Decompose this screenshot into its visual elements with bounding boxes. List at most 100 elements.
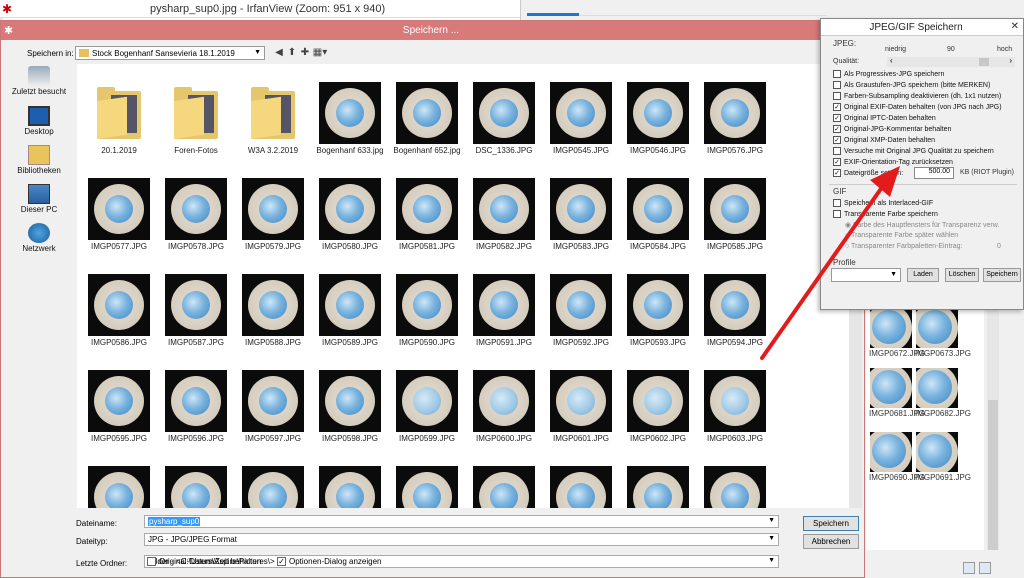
background-scrollbar-thumb[interactable]: [988, 400, 998, 550]
file-item[interactable]: IMGP0593.JPG: [620, 274, 696, 350]
file-item[interactable]: IMGP0602.JPG: [620, 370, 696, 446]
file-item[interactable]: IMGP0598.JPG: [312, 370, 388, 446]
up-folder-icon[interactable]: ⬆: [286, 47, 298, 59]
bg-thumb[interactable]: IMGP0691.JPG: [914, 432, 971, 482]
file-item[interactable]: IMGP0577.JPG: [81, 178, 157, 254]
gif-transparent-box[interactable]: [833, 210, 841, 218]
gif-opt1-radio[interactable]: ◉ Farbe des Hauptfensters für Transparen…: [845, 221, 999, 229]
quality-slider-knob[interactable]: [979, 58, 989, 66]
file-item[interactable]: IMGP0586.JPG: [81, 274, 157, 350]
back-icon[interactable]: ◀: [273, 47, 285, 59]
file-item[interactable]: IMGP0579.JPG: [235, 178, 311, 254]
keep-date-box[interactable]: [147, 557, 156, 567]
file-item[interactable]: [697, 466, 773, 508]
file-item[interactable]: IMGP0576.JPG: [697, 82, 773, 158]
file-item[interactable]: IMGP0582.JPG: [466, 178, 542, 254]
file-item[interactable]: [389, 466, 465, 508]
file-item[interactable]: IMGP0578.JPG: [158, 178, 234, 254]
jpeg-option-box[interactable]: [833, 81, 841, 89]
filesize-input[interactable]: 500.00: [914, 167, 954, 179]
file-item[interactable]: IMGP0596.JPG: [158, 370, 234, 446]
file-item[interactable]: IMGP0585.JPG: [697, 178, 773, 254]
file-item[interactable]: [81, 466, 157, 508]
bg-thumb[interactable]: IMGP0672.JPG: [868, 308, 925, 358]
jpeg-option-checkbox[interactable]: ✓ Original IPTC-Daten behalten: [833, 114, 936, 122]
folder-item[interactable]: W3A 3.2.2019: [235, 82, 311, 158]
file-item[interactable]: [235, 466, 311, 508]
gif-transparent-checkbox[interactable]: Transparente Farbe speichern: [833, 210, 938, 218]
gif-opt3-radio[interactable]: ○ Transparenter Farbpaletten-Eintrag:: [845, 243, 962, 250]
file-item[interactable]: IMGP0590.JPG: [389, 274, 465, 350]
view-menu-icon[interactable]: ▦▾: [312, 47, 328, 59]
filename-input[interactable]: pysharp_sup0 ▼: [144, 515, 779, 528]
gif-interlaced-checkbox[interactable]: Speichern als Interlaced-GIF: [833, 199, 933, 207]
jpeg-option-box[interactable]: ✓: [833, 114, 841, 122]
jpeg-option-box[interactable]: [833, 147, 841, 155]
file-item[interactable]: IMGP0588.JPG: [235, 274, 311, 350]
gif-interlaced-box[interactable]: [833, 199, 841, 207]
jpeg-option-checkbox[interactable]: ✓ EXIF-Orientation-Tag zurücksetzen: [833, 158, 953, 166]
details-view-icon[interactable]: [963, 562, 975, 574]
jpeg-option-checkbox[interactable]: ✓ Original-JPG-Kommentar behalten: [833, 125, 951, 133]
file-item[interactable]: IMGP0584.JPG: [620, 178, 696, 254]
jpeg-option-box[interactable]: [833, 70, 841, 78]
chevron-left-icon[interactable]: ‹: [890, 56, 893, 65]
save-button[interactable]: Speichern: [803, 516, 859, 531]
save-in-combobox[interactable]: Stock Bogenhanf Sansevieria 18.1.2019 ▼: [75, 46, 265, 60]
place-libraries[interactable]: Bibliotheken: [3, 145, 75, 183]
show-options-box[interactable]: ✓: [277, 557, 286, 567]
file-item[interactable]: IMGP0545.JPG: [543, 82, 619, 158]
file-item[interactable]: [158, 466, 234, 508]
filesize-box[interactable]: ✓: [833, 169, 841, 177]
file-item[interactable]: IMGP0589.JPG: [312, 274, 388, 350]
background-scrollbar[interactable]: [987, 300, 999, 550]
file-item[interactable]: IMGP0591.JPG: [466, 274, 542, 350]
file-item[interactable]: IMGP0581.JPG: [389, 178, 465, 254]
bg-thumb[interactable]: IMGP0690.JPG: [868, 432, 925, 482]
jpeg-option-box[interactable]: ✓: [833, 136, 841, 144]
thumbnail-view-icon[interactable]: [979, 562, 991, 574]
place-recent[interactable]: Zuletzt besucht: [3, 66, 75, 104]
jpeg-option-box[interactable]: [833, 92, 841, 100]
filesize-checkbox[interactable]: ✓ Dateigröße setzen:: [833, 169, 903, 177]
jpeg-option-checkbox[interactable]: Versuche mit Original JPG Qualität zu sp…: [833, 147, 994, 155]
file-item[interactable]: IMGP0583.JPG: [543, 178, 619, 254]
folder-item[interactable]: 20.1.2019: [81, 82, 157, 158]
jpeg-option-checkbox[interactable]: Farben-Subsampling deaktivieren (dh. 1x1…: [833, 92, 1001, 100]
place-this-pc[interactable]: Dieser PC: [3, 184, 75, 222]
jpeg-option-checkbox[interactable]: Als Progressives-JPG speichern: [833, 70, 944, 78]
bg-thumb[interactable]: IMGP0681.JPG: [868, 368, 925, 418]
file-item[interactable]: [620, 466, 696, 508]
place-desktop[interactable]: Desktop: [3, 106, 75, 144]
jpeg-option-box[interactable]: ✓: [833, 103, 841, 111]
cancel-button[interactable]: Abbrechen: [803, 534, 859, 549]
load-profile-button[interactable]: Laden: [907, 268, 939, 282]
file-item[interactable]: [312, 466, 388, 508]
close-icon[interactable]: ✕: [1011, 21, 1019, 32]
profile-select[interactable]: ▼: [831, 268, 901, 282]
delete-profile-button[interactable]: Löschen: [945, 268, 979, 282]
file-item[interactable]: IMGP0599.JPG: [389, 370, 465, 446]
file-item[interactable]: DSC_1336.JPG: [466, 82, 542, 158]
file-item[interactable]: IMGP0594.JPG: [697, 274, 773, 350]
file-item[interactable]: IMGP0597.JPG: [235, 370, 311, 446]
file-item[interactable]: IMGP0603.JPG: [697, 370, 773, 446]
file-item[interactable]: [543, 466, 619, 508]
filetype-select[interactable]: JPG - JPG/JPEG Format ▼: [144, 533, 779, 546]
file-item[interactable]: IMGP0580.JPG: [312, 178, 388, 254]
jpeg-option-box[interactable]: ✓: [833, 125, 841, 133]
chevron-right-icon[interactable]: ›: [1009, 56, 1012, 65]
file-item[interactable]: IMGP0592.JPG: [543, 274, 619, 350]
save-profile-button[interactable]: Speichern: [983, 268, 1021, 282]
quality-slider[interactable]: ‹ ›: [887, 56, 1015, 67]
bg-thumb[interactable]: IMGP0682.JPG: [914, 368, 971, 418]
file-item[interactable]: IMGP0546.JPG: [620, 82, 696, 158]
jpeg-option-box[interactable]: ✓: [833, 158, 841, 166]
file-item[interactable]: IMGP0600.JPG: [466, 370, 542, 446]
file-item[interactable]: Bogenhanf 633.jpg: [312, 82, 388, 158]
place-network[interactable]: Netzwerk: [3, 223, 75, 261]
file-item[interactable]: IMGP0601.JPG: [543, 370, 619, 446]
show-options-checkbox[interactable]: ✓ Optionen-Dialog anzeigen: [277, 557, 382, 567]
jpeg-option-checkbox[interactable]: ✓ Original XMP-Daten behalten: [833, 136, 935, 144]
jpeg-option-checkbox[interactable]: Als Graustufen-JPG speichern (bitte MERK…: [833, 81, 990, 89]
